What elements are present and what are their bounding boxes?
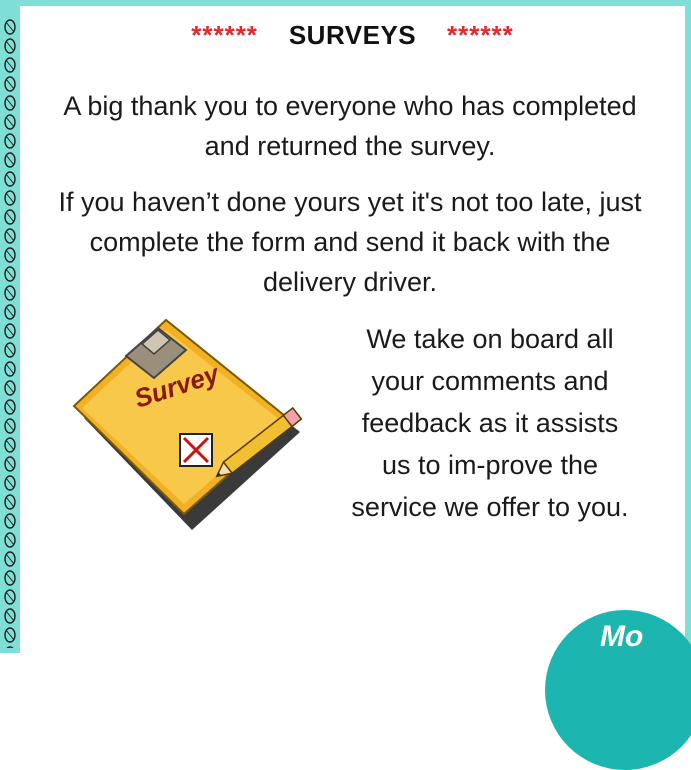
feedback-paragraph: We take on board all your comments and f… xyxy=(351,324,629,522)
thank-you-paragraph: A big thank you to everyone who has comp… xyxy=(63,91,637,161)
heading-stars-left: ****** xyxy=(191,20,258,50)
survey-clipboard-illustration: Survey xyxy=(62,300,332,540)
heading-title: SURVEYS xyxy=(288,20,417,50)
more-badge-label: Mo xyxy=(600,620,644,653)
section-heading: ****** SURVEYS ****** xyxy=(20,20,685,51)
clipboard-icon: Survey xyxy=(72,318,303,530)
heading-stars-right: ****** xyxy=(447,20,514,50)
left-border-strip xyxy=(0,0,20,653)
reminder-paragraph: If you haven’t done yours yet it's not t… xyxy=(58,187,642,297)
chain-link-border-icon xyxy=(2,18,18,648)
